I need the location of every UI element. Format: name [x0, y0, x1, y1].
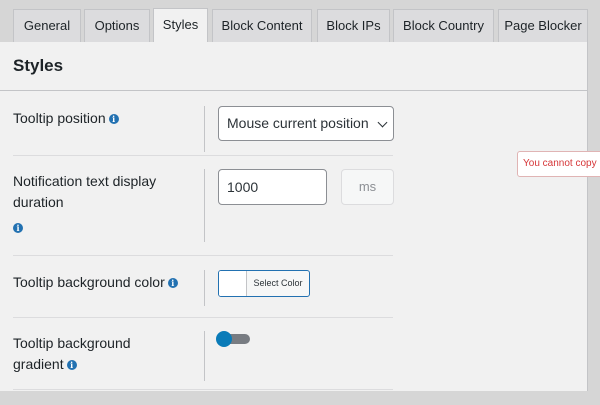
tab-styles[interactable]: Styles	[153, 8, 208, 43]
info-icon[interactable]: i	[108, 114, 119, 125]
row-divider	[13, 255, 393, 256]
tooltip-bg-gradient-label: Tooltip background gradient i	[13, 333, 131, 375]
row-divider	[13, 389, 393, 390]
tooltip-bg-gradient-label-line1: Tooltip background	[13, 335, 131, 351]
row-divider	[13, 317, 393, 318]
notification-duration-label-line2: duration	[13, 194, 64, 210]
tooltip-position-label-wrap: Tooltip position i	[13, 108, 119, 129]
tab-options[interactable]: Options	[84, 9, 150, 42]
chevron-down-icon	[377, 117, 388, 128]
tab-general[interactable]: General	[13, 9, 81, 42]
color-picker-button[interactable]: Select Color	[218, 270, 310, 297]
tooltip-position-select[interactable]: Mouse current position	[218, 106, 394, 141]
tab-block-ips[interactable]: Block IPs	[317, 9, 390, 42]
column-divider	[204, 331, 205, 381]
info-icon[interactable]: i	[167, 278, 178, 289]
notification-duration-label: Notification text display duration i	[13, 171, 156, 238]
info-icon[interactable]: i	[13, 223, 23, 234]
tab-page-blocker[interactable]: Page Blocker	[498, 9, 588, 42]
tab-block-country[interactable]: Block Country	[393, 9, 494, 42]
copy-protection-tooltip: You cannot copy	[517, 151, 600, 177]
tooltip-bg-gradient-label-line2: gradient	[13, 356, 64, 372]
column-divider	[204, 106, 205, 152]
select-color-label[interactable]: Select Color	[247, 271, 309, 296]
notification-duration-input[interactable]: 1000	[218, 169, 327, 205]
notification-duration-label-line1: Notification text display	[13, 173, 157, 189]
section-divider	[0, 90, 588, 91]
info-icon[interactable]: i	[66, 360, 77, 371]
tooltip-bg-color-label: Tooltip background color	[13, 274, 165, 290]
tooltip-bg-color-label-wrap: Tooltip background color i	[13, 272, 178, 293]
tooltip-position-value: Mouse current position	[227, 115, 369, 131]
section-title: Styles	[13, 56, 64, 75]
tooltip-position-label: Tooltip position	[13, 110, 106, 126]
color-swatch[interactable]	[219, 271, 247, 296]
column-divider	[204, 169, 205, 242]
toggle-knob	[216, 331, 232, 347]
gradient-toggle[interactable]	[216, 331, 250, 347]
styles-panel: Styles Tooltip position i Mouse current p…	[0, 42, 588, 391]
row-divider	[13, 155, 393, 156]
tab-bar: General Options Styles Block Content Blo…	[0, 0, 600, 43]
duration-unit-label: ms	[341, 169, 394, 205]
column-divider	[204, 270, 205, 306]
tab-block-content[interactable]: Block Content	[212, 9, 312, 42]
